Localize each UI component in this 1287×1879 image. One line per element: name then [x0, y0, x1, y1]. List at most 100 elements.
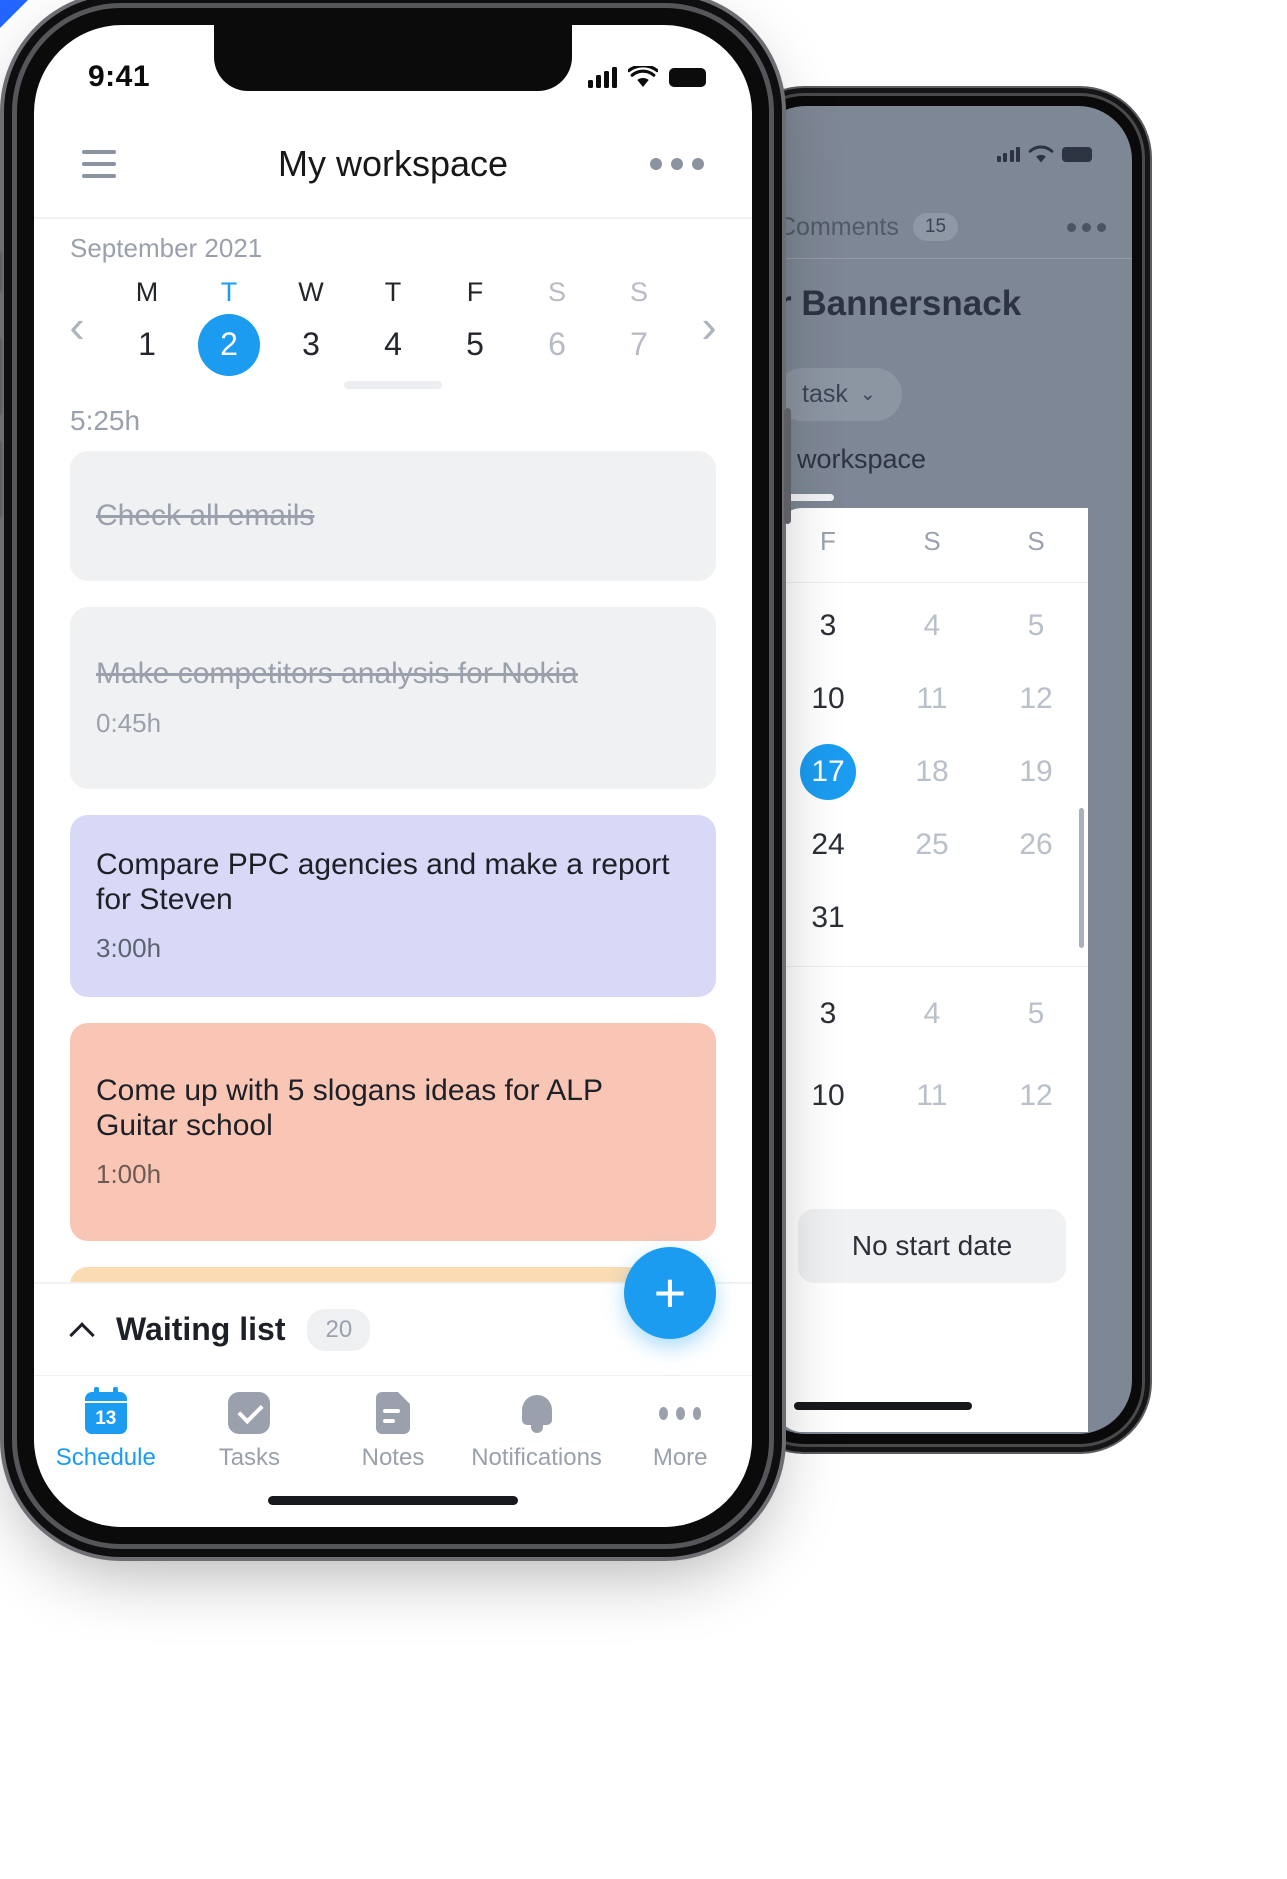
- background-task-title: r Bannersnack: [778, 284, 1022, 323]
- task-duration: 0:45h: [96, 707, 162, 738]
- task-title: Check all emails: [96, 498, 315, 532]
- weekday-header-s2: S: [1027, 526, 1045, 556]
- date-picker-weekday-header: F S S: [776, 508, 1088, 582]
- weekday-header-f: F: [820, 526, 836, 556]
- add-task-fab[interactable]: +: [624, 1247, 716, 1339]
- more-dots-icon: [659, 1392, 702, 1434]
- day-cell-sat[interactable]: S 6: [516, 277, 598, 376]
- day-of-week-label: W: [298, 276, 324, 307]
- date-picker-row: 10 11 12: [776, 662, 1088, 735]
- status-bar-icons: [588, 65, 706, 89]
- date-cell[interactable]: 4: [880, 609, 984, 643]
- battery-icon: [1062, 146, 1092, 162]
- chevron-right-icon[interactable]: ›: [680, 299, 738, 353]
- date-cell[interactable]: 19: [984, 755, 1088, 789]
- day-cell-wed[interactable]: W 3: [270, 277, 352, 376]
- bell-icon: [516, 1392, 558, 1434]
- comments-tab-label[interactable]: Comments: [778, 213, 899, 242]
- date-picker-row: 31: [776, 881, 1088, 954]
- task-type-label: task: [802, 380, 848, 408]
- date-cell[interactable]: 4: [880, 997, 984, 1031]
- task-card[interactable]: Check all emails: [70, 451, 716, 581]
- wifi-icon: [1028, 145, 1054, 163]
- date-cell[interactable]: 3: [776, 997, 880, 1031]
- day-cell-fri[interactable]: F 5: [434, 277, 516, 376]
- date-cell[interactable]: 10: [776, 682, 880, 716]
- day-number: 6: [548, 326, 566, 362]
- day-of-week-label: T: [220, 276, 238, 307]
- power-button[interactable]: [784, 408, 791, 524]
- task-card[interactable]: Come up with 5 slogans ideas for ALP Gui…: [70, 1023, 716, 1241]
- chevron-up-icon[interactable]: [70, 1318, 94, 1342]
- tab-notifications[interactable]: Notifications: [465, 1392, 609, 1472]
- app-bar-divider: [34, 217, 752, 219]
- more-options-icon[interactable]: [1067, 222, 1106, 232]
- no-start-date-button[interactable]: No start date: [798, 1209, 1066, 1283]
- date-picker-row: 3 4 5: [776, 973, 1088, 1055]
- task-card[interactable]: Make competitors analysis for Nokia 0:45…: [70, 607, 716, 789]
- date-cell[interactable]: 12: [984, 682, 1088, 716]
- plus-icon: +: [653, 1261, 687, 1324]
- task-duration: 1:00h: [96, 1159, 162, 1190]
- day-of-week-label: S: [547, 276, 566, 307]
- weekday-header-s1: S: [923, 526, 941, 556]
- check-square-icon: [228, 1392, 271, 1434]
- device-notch: [214, 25, 572, 91]
- tab-label: More: [652, 1444, 708, 1471]
- task-type-chip[interactable]: task ⌄: [776, 368, 902, 421]
- day-number: 3: [302, 326, 320, 362]
- screenshot-canvas: Comments 15 r Bannersnack task ⌄ y works…: [0, 0, 1287, 1879]
- tab-tasks[interactable]: Tasks: [178, 1392, 322, 1472]
- day-cell-sun[interactable]: S 7: [598, 277, 680, 376]
- date-picker-sheet: F S S 3 4 5 10 11 12 17 18 19 24 25 26 3…: [776, 508, 1088, 1432]
- week-strip: ‹ M 1 T 2 W 3 T 4 F 5 S 6 S 7 ›: [34, 273, 752, 379]
- home-indicator: [268, 1496, 518, 1505]
- date-cell[interactable]: 5: [984, 997, 1088, 1031]
- date-cell[interactable]: 5: [984, 609, 1088, 643]
- silent-switch[interactable]: [0, 251, 2, 293]
- day-cell-thu[interactable]: T 4: [352, 277, 434, 376]
- task-card[interactable]: Compare PPC agencies and make a report f…: [70, 815, 716, 997]
- more-options-icon[interactable]: [650, 158, 704, 170]
- volume-up-button[interactable]: [0, 338, 2, 416]
- calendar-icon: 13: [84, 1387, 127, 1434]
- tab-schedule[interactable]: 13 Schedule: [34, 1387, 178, 1472]
- background-status-bar: [752, 132, 1132, 176]
- date-cell-selected[interactable]: 17: [776, 743, 880, 800]
- date-cell[interactable]: 3: [776, 609, 880, 643]
- day-cell-mon[interactable]: M 1: [106, 277, 188, 376]
- waiting-list-count-badge: 20: [307, 1308, 371, 1351]
- date-cell[interactable]: 24: [776, 828, 880, 862]
- tab-notes[interactable]: Notes: [321, 1392, 465, 1472]
- month-label: September 2021: [70, 233, 263, 263]
- comments-count-badge: 15: [912, 213, 959, 241]
- background-divider: [752, 258, 1132, 259]
- tab-label: Notes: [361, 1444, 425, 1471]
- date-cell[interactable]: 12: [984, 1079, 1088, 1113]
- app-bar: My workspace: [34, 111, 752, 217]
- tab-more[interactable]: More: [608, 1392, 752, 1472]
- date-picker-scrollbar[interactable]: [1079, 808, 1084, 948]
- day-cell-tue-selected[interactable]: T 2: [188, 277, 270, 376]
- date-cell[interactable]: 11: [880, 682, 984, 716]
- date-cell[interactable]: 11: [880, 1079, 984, 1113]
- date-picker-grid: 3 4 5 10 11 12 17 18 19 24 25 26 31: [776, 583, 1088, 954]
- status-bar-time: 9:41: [88, 60, 151, 93]
- date-cell[interactable]: 25: [880, 828, 984, 862]
- volume-down-button[interactable]: [0, 440, 2, 518]
- sheet-drag-handle[interactable]: [344, 381, 442, 389]
- task-list: Check all emails Make competitors analys…: [34, 451, 752, 1283]
- selected-date-number: 17: [800, 743, 856, 800]
- chevron-left-icon[interactable]: ‹: [48, 299, 106, 353]
- foreground-phone-screen: 9:41 My workspace September 2021 ‹ M 1 T…: [34, 25, 752, 1527]
- waiting-list-label: Waiting list: [116, 1311, 286, 1347]
- date-cell[interactable]: 18: [880, 755, 984, 789]
- note-document-icon: [372, 1392, 414, 1434]
- day-number-selected: 2: [198, 313, 260, 376]
- date-cell[interactable]: 31: [776, 901, 880, 935]
- background-home-indicator: [794, 1402, 972, 1410]
- page-title: My workspace: [277, 143, 509, 184]
- date-cell[interactable]: 26: [984, 828, 1088, 862]
- day-number: 5: [466, 326, 484, 362]
- date-cell[interactable]: 10: [776, 1079, 880, 1113]
